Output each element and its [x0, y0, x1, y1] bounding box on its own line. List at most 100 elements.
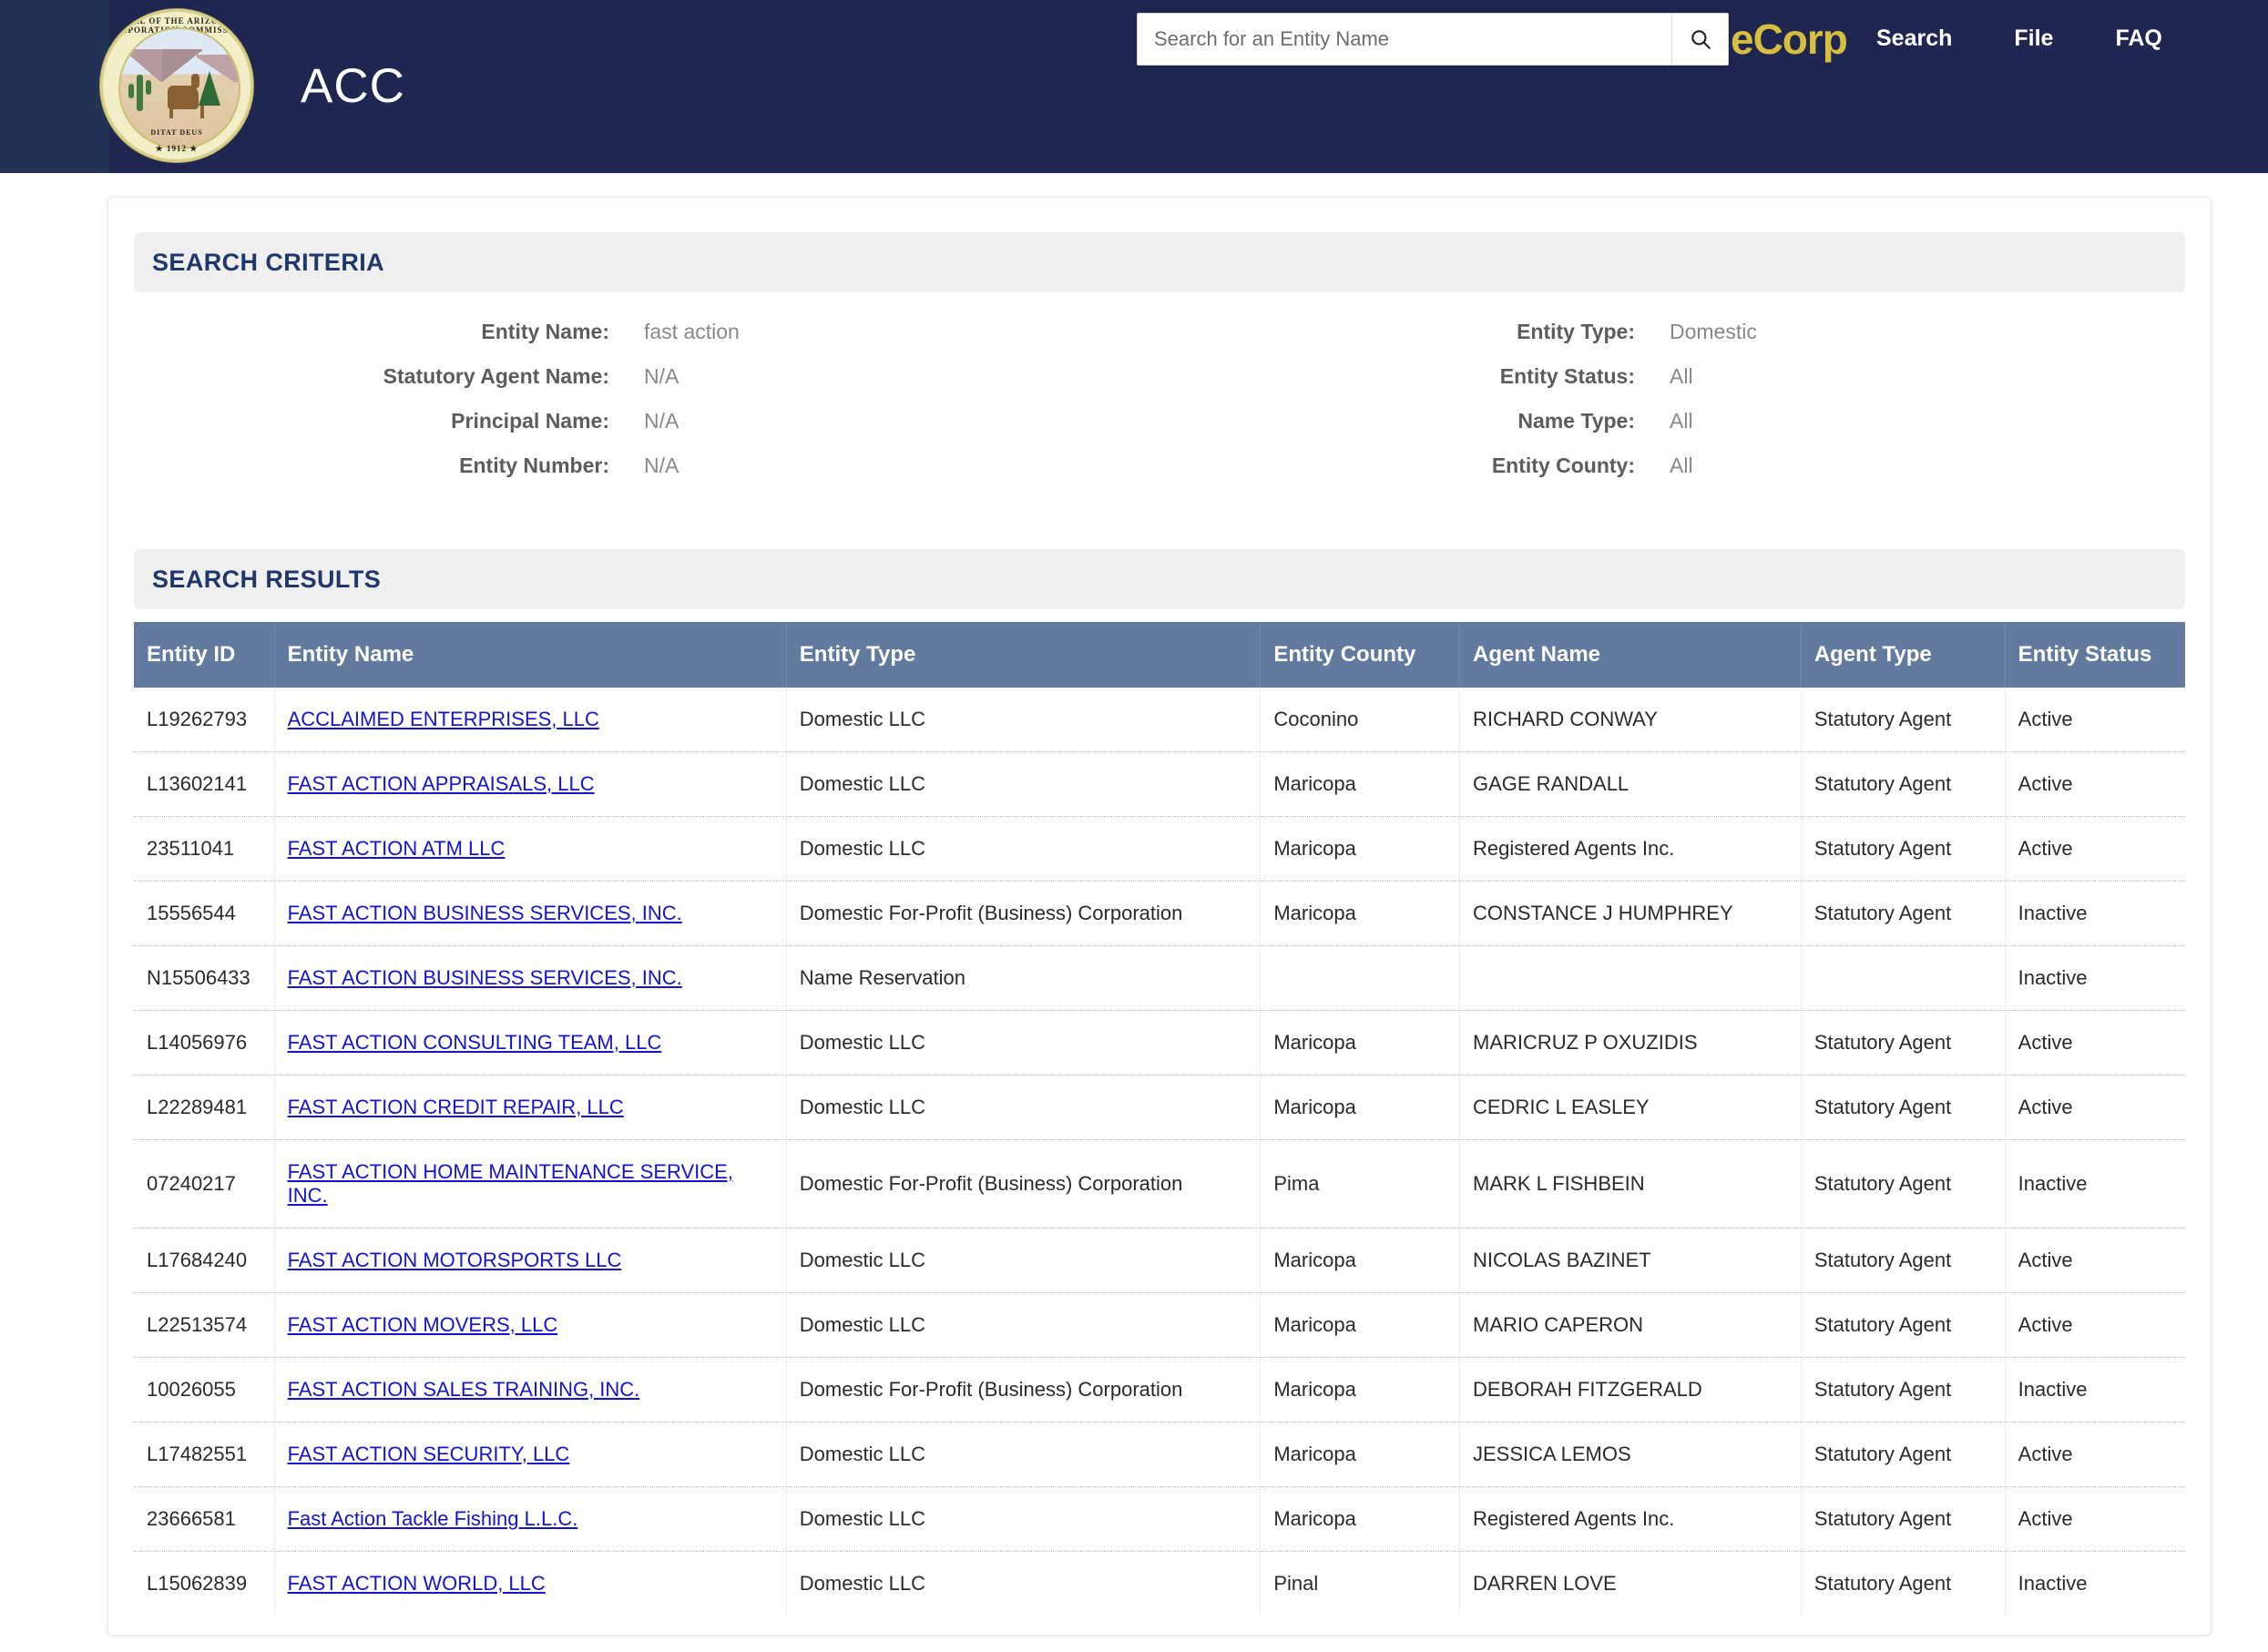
nav-link-file[interactable]: File: [2014, 25, 2053, 52]
cell-entity-name: ACCLAIMED ENTERPRISES, LLC: [274, 688, 787, 752]
cell-agent-type: Statutory Agent: [1801, 1357, 2006, 1423]
entity-name-link[interactable]: FAST ACTION SALES TRAINING, INC.: [288, 1378, 640, 1401]
column-header-agent-type[interactable]: Agent Type: [1801, 622, 2006, 688]
deer-icon: [168, 74, 204, 118]
pine-tree-icon: [199, 71, 220, 106]
agency-abbreviation-title: ACC: [301, 59, 405, 113]
criteria-row: Statutory Agent Name: N/A: [134, 364, 1160, 389]
table-header-row: Entity ID Entity Name Entity Type Entity…: [134, 622, 2185, 688]
entity-name-link[interactable]: FAST ACTION WORLD, LLC: [288, 1572, 546, 1595]
column-header-entity-id[interactable]: Entity ID: [134, 622, 275, 688]
table-row: 15556544 FAST ACTION BUSINESS SERVICES, I…: [134, 881, 2185, 946]
table-row: L14056976 FAST ACTION CONSULTING TEAM, LL…: [134, 1010, 2185, 1076]
results-card: SEARCH CRITERIA Entity Name: fast action…: [107, 197, 2212, 1636]
column-header-entity-status[interactable]: Entity Status: [2005, 622, 2185, 688]
search-icon: [1689, 27, 1712, 51]
cell-entity-county: Maricopa: [1260, 751, 1460, 817]
cell-entity-status: Active: [2005, 1075, 2185, 1140]
cell-entity-county: Maricopa: [1260, 1357, 1460, 1423]
cell-entity-type: Domestic For-Profit (Business) Corporati…: [786, 1139, 1262, 1229]
criteria-label: Principal Name:: [451, 409, 609, 433]
cell-entity-status: Active: [2005, 1486, 2185, 1552]
entity-name-link[interactable]: FAST ACTION APPRAISALS, LLC: [288, 772, 595, 795]
entity-name-link[interactable]: ACCLAIMED ENTERPRISES, LLC: [288, 708, 599, 730]
cell-agent-name: MARICRUZ P OXUZIDIS: [1459, 1010, 1802, 1076]
entity-name-link[interactable]: FAST ACTION MOVERS, LLC: [288, 1313, 558, 1336]
table-row: L17482551 FAST ACTION SECURITY, LLC Domest…: [134, 1422, 2185, 1487]
cell-agent-name: CEDRIC L EASLEY: [1459, 1075, 1802, 1140]
cell-agent-name: Registered Agents Inc.: [1459, 1486, 1802, 1552]
cell-agent-name: DEBORAH FITZGERALD: [1459, 1357, 1802, 1423]
seal-year-text: ★ 1912 ★: [155, 144, 199, 153]
cell-agent-name: JESSICA LEMOS: [1459, 1422, 1802, 1487]
cell-entity-id: N15506433: [134, 945, 275, 1011]
cell-entity-status: Active: [2005, 1228, 2185, 1293]
results-table-head: Entity ID Entity Name Entity Type Entity…: [134, 622, 2185, 688]
entity-name-search-input[interactable]: [1138, 14, 1671, 65]
cell-entity-type: Name Reservation: [786, 945, 1262, 1011]
cell-agent-type: [1801, 945, 2006, 1011]
entity-name-link[interactable]: FAST ACTION MOTORSPORTS LLC: [288, 1249, 622, 1271]
entity-name-link[interactable]: FAST ACTION SECURITY, LLC: [288, 1443, 570, 1465]
cell-agent-name: CONSTANCE J HUMPHREY: [1459, 881, 1802, 946]
cell-entity-name: FAST ACTION MOTORSPORTS LLC: [274, 1228, 787, 1293]
cell-agent-type: Statutory Agent: [1801, 1551, 2006, 1616]
column-header-entity-county[interactable]: Entity County: [1260, 622, 1460, 688]
cell-agent-name: MARK L FISHBEIN: [1459, 1139, 1802, 1229]
cell-entity-status: Active: [2005, 816, 2185, 882]
search-results-title: SEARCH RESULTS: [152, 565, 382, 593]
nav-link-faq[interactable]: FAQ: [2115, 25, 2161, 52]
arizona-corporation-commission-seal-logo[interactable]: SEAL OF THE ARIZONA CORPORATION COMMISSI…: [100, 9, 253, 162]
cell-agent-name: DARREN LOVE: [1459, 1551, 1802, 1616]
cell-entity-status: Inactive: [2005, 945, 2185, 1011]
entity-name-link[interactable]: FAST ACTION HOME MAINTENANCE SERVICE, IN…: [288, 1160, 733, 1207]
cell-entity-type: Domestic LLC: [786, 1551, 1262, 1616]
header-search-box[interactable]: [1137, 13, 1729, 66]
cell-entity-county: [1260, 945, 1460, 1011]
nav-link-search[interactable]: Search: [1876, 25, 1952, 52]
entity-name-link[interactable]: FAST ACTION BUSINESS SERVICES, INC.: [288, 902, 682, 924]
entity-name-link[interactable]: FAST ACTION CONSULTING TEAM, LLC: [288, 1031, 662, 1054]
search-submit-button[interactable]: [1671, 14, 1728, 65]
entity-name-link[interactable]: FAST ACTION BUSINESS SERVICES, INC.: [288, 966, 682, 989]
cell-agent-type: Statutory Agent: [1801, 688, 2006, 752]
entity-name-link[interactable]: FAST ACTION CREDIT REPAIR, LLC: [288, 1096, 624, 1118]
criteria-label: Entity Number:: [459, 454, 609, 477]
cell-entity-county: Maricopa: [1260, 1075, 1460, 1140]
table-row: N15506433 FAST ACTION BUSINESS SERVICES, …: [134, 945, 2185, 1011]
table-row: 07240217 FAST ACTION HOME MAINTENANCE SER…: [134, 1139, 2185, 1229]
main-navigation: Search File FAQ: [1876, 25, 2162, 52]
entity-name-link[interactable]: Fast Action Tackle Fishing L.L.C.: [288, 1507, 578, 1530]
cell-agent-type: Statutory Agent: [1801, 1422, 2006, 1487]
search-results-section-header: SEARCH RESULTS: [134, 549, 2185, 609]
cell-entity-county: Maricopa: [1260, 881, 1460, 946]
entity-name-link[interactable]: FAST ACTION ATM LLC: [288, 837, 506, 860]
cell-entity-status: Inactive: [2005, 1357, 2185, 1423]
column-header-agent-name[interactable]: Agent Name: [1459, 622, 1802, 688]
search-criteria-title: SEARCH CRITERIA: [152, 248, 385, 276]
table-row: L17684240 FAST ACTION MOTORSPORTS LLC Dome…: [134, 1228, 2185, 1293]
criteria-value: All: [1670, 364, 1693, 388]
cell-entity-status: Active: [2005, 1010, 2185, 1076]
column-header-entity-name[interactable]: Entity Name: [274, 622, 787, 688]
cell-entity-type: Domestic LLC: [786, 1486, 1262, 1552]
cell-agent-type: Statutory Agent: [1801, 881, 2006, 946]
cell-entity-name: FAST ACTION WORLD, LLC: [274, 1551, 787, 1616]
cell-entity-id: L19262793: [134, 688, 275, 752]
column-header-entity-type[interactable]: Entity Type: [786, 622, 1262, 688]
cell-entity-id: 23666581: [134, 1486, 275, 1552]
cell-agent-type: Statutory Agent: [1801, 1010, 2006, 1076]
criteria-row: Entity Status: All: [1160, 364, 2185, 389]
cell-entity-county: Maricopa: [1260, 1228, 1460, 1293]
cell-entity-name: FAST ACTION ATM LLC: [274, 816, 787, 882]
table-row: L22513574 FAST ACTION MOVERS, LLC Domestic…: [134, 1292, 2185, 1358]
cell-entity-name: FAST ACTION APPRAISALS, LLC: [274, 751, 787, 817]
table-row: L19262793 ACCLAIMED ENTERPRISES, LLC Domes…: [134, 688, 2185, 752]
cell-entity-status: Inactive: [2005, 1139, 2185, 1229]
table-row: 10026055 FAST ACTION SALES TRAINING, INC.…: [134, 1357, 2185, 1423]
cell-agent-name: RICHARD CONWAY: [1459, 688, 1802, 752]
cell-entity-status: Inactive: [2018, 1572, 2088, 1595]
cell-entity-name: FAST ACTION CREDIT REPAIR, LLC: [274, 1075, 787, 1140]
criteria-row: Entity Name: fast action: [134, 320, 1160, 344]
cell-entity-county: Pima: [1260, 1139, 1460, 1229]
